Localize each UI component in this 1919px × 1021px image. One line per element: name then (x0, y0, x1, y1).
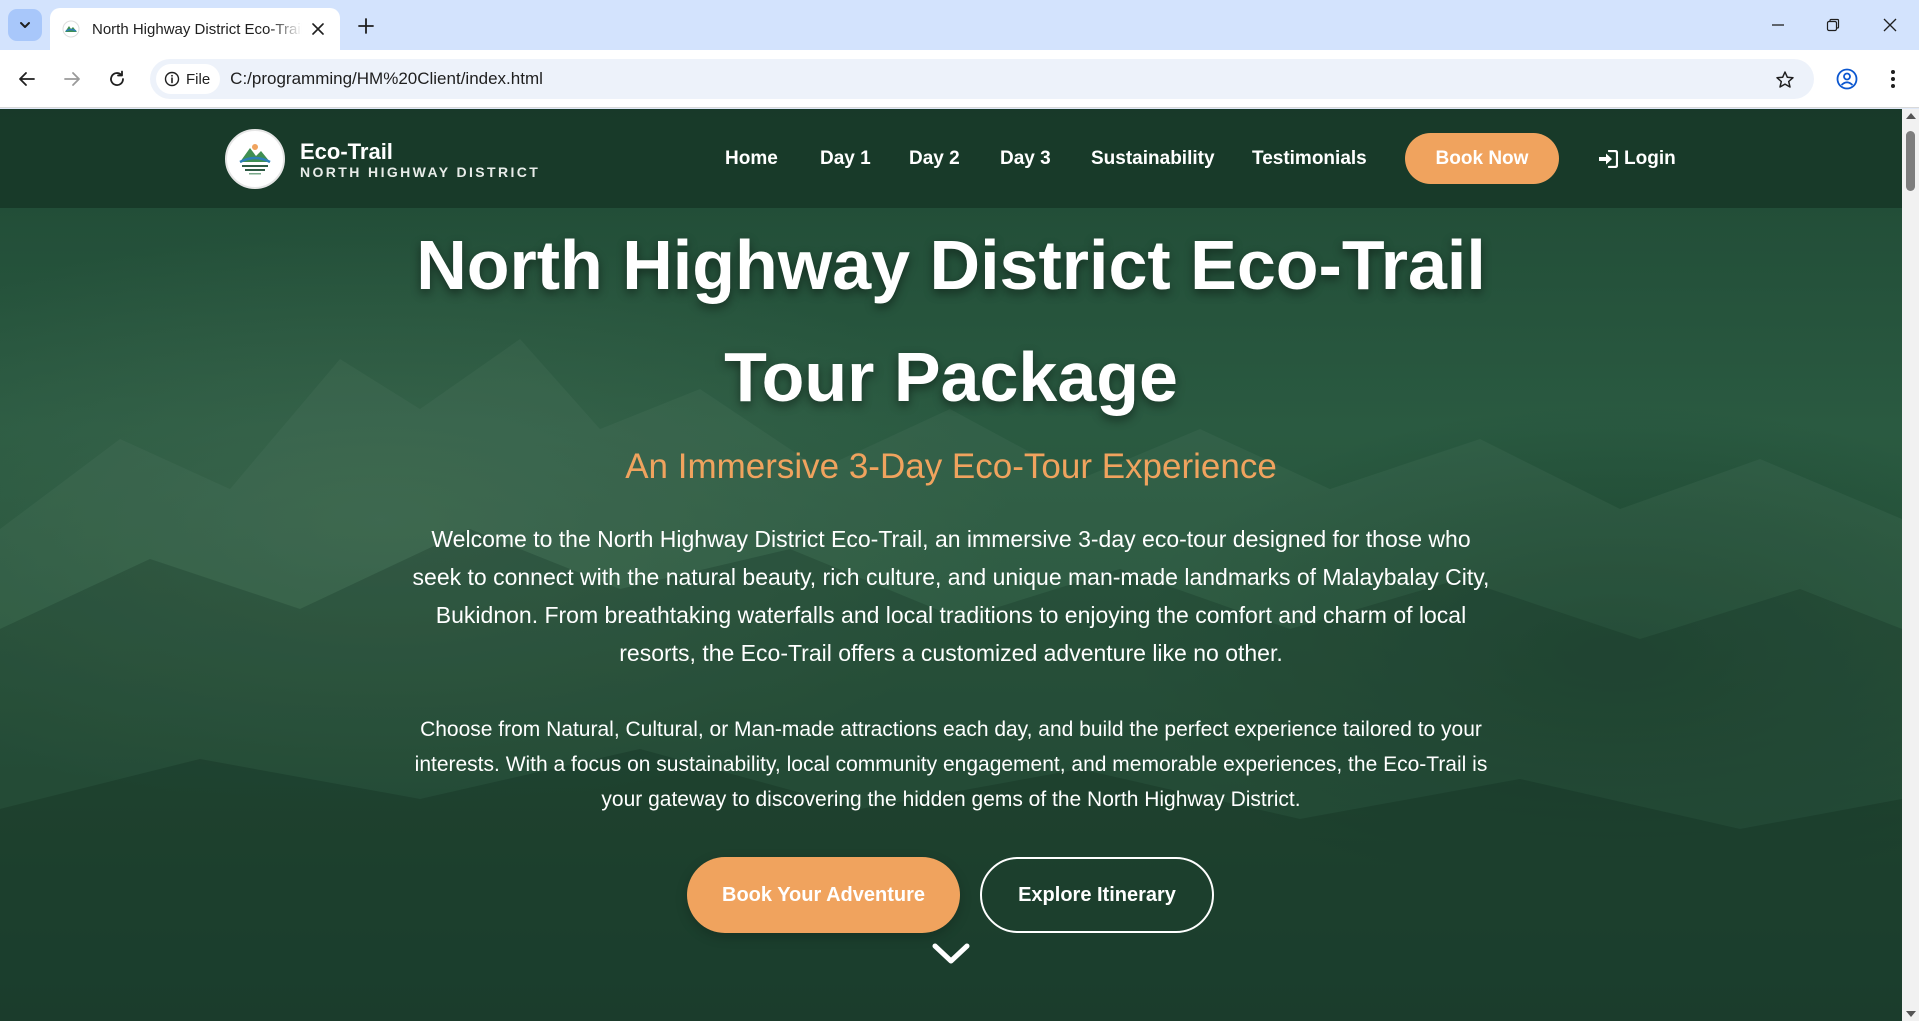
profile-button[interactable] (1832, 64, 1862, 94)
close-icon (1883, 18, 1897, 32)
scroll-down-arrow-icon[interactable] (1906, 1011, 1916, 1017)
login-label: Login (1624, 148, 1676, 169)
hero-details-paragraph: Choose from Natural, Cultural, or Man-ma… (414, 718, 1488, 811)
page-viewport: Eco-Trail NORTH HIGHWAY DISTRICT Home Da… (0, 109, 1919, 1021)
new-tab-button[interactable] (352, 12, 380, 40)
scrollbar-thumb[interactable] (1906, 131, 1915, 191)
browser-menu-button[interactable] (1878, 64, 1908, 94)
site-header: Eco-Trail NORTH HIGHWAY DISTRICT Home Da… (0, 109, 1902, 208)
brand-subtitle: NORTH HIGHWAY DISTRICT (300, 164, 541, 180)
account-icon (1836, 68, 1858, 90)
nav-sustainability[interactable]: Sustainability (1091, 148, 1215, 170)
scroll-up-arrow-icon[interactable] (1906, 113, 1916, 119)
plus-icon (358, 18, 374, 34)
star-icon (1776, 71, 1794, 88)
minimize-window-button[interactable] (1764, 12, 1792, 38)
explore-itinerary-button[interactable]: Explore Itinerary (980, 857, 1214, 933)
nav-day-1[interactable]: Day 1 (820, 148, 871, 170)
arrow-right-icon (64, 72, 80, 86)
browser-tab-strip: North Highway District Eco-Trail (0, 0, 1919, 50)
restore-window-button[interactable] (1819, 12, 1847, 38)
nav-home[interactable]: Home (725, 148, 778, 170)
browser-toolbar: File C:/programming/HM%20Client/index.ht… (0, 50, 1919, 108)
page-scrollbar[interactable] (1902, 109, 1919, 1021)
site-favicon-icon (62, 20, 80, 38)
site-info-chip[interactable]: File (156, 64, 221, 94)
minimize-icon (1772, 24, 1784, 26)
nav-day-2[interactable]: Day 2 (909, 148, 960, 170)
more-vertical-icon (1891, 70, 1895, 88)
url-text[interactable]: C:/programming/HM%20Client/index.html (230, 69, 543, 89)
hero-title: North Highway District Eco-Trail Tour Pa… (351, 209, 1551, 433)
close-tab-icon[interactable] (308, 19, 328, 39)
reload-button[interactable] (102, 64, 132, 94)
scroll-down-chevron-icon[interactable] (930, 939, 972, 969)
hero-subtitle: An Immersive 3-Day Eco-Tour Experience (625, 447, 1277, 486)
site-chip-label: File (186, 70, 211, 88)
restore-icon (1826, 18, 1840, 32)
nav-testimonials[interactable]: Testimonials (1252, 148, 1367, 170)
hero-title-line-1: North Highway District Eco-Trail (416, 226, 1486, 304)
close-window-button[interactable] (1876, 12, 1904, 38)
tab-search-button[interactable] (8, 9, 42, 41)
arrow-left-icon (19, 72, 35, 86)
chevron-down-icon (20, 22, 30, 28)
hero-intro-paragraph: Welcome to the North Highway District Ec… (412, 526, 1490, 666)
back-button[interactable] (12, 64, 42, 94)
site-logo[interactable] (225, 129, 285, 189)
reload-icon (110, 70, 124, 86)
bookmark-button[interactable] (1772, 67, 1798, 93)
book-now-button[interactable]: Book Now (1405, 133, 1559, 184)
tab-title: North Highway District Eco-Trail (92, 20, 302, 38)
info-icon (164, 71, 180, 87)
nav-day-3[interactable]: Day 3 (1000, 148, 1051, 170)
browser-tab-active[interactable]: North Highway District Eco-Trail (50, 8, 340, 50)
mountain-logo-icon (239, 144, 271, 175)
address-bar[interactable]: File C:/programming/HM%20Client/index.ht… (150, 59, 1814, 99)
sign-in-icon (1599, 150, 1618, 168)
hero-title-line-2: Tour Package (724, 338, 1178, 416)
forward-button[interactable] (57, 64, 87, 94)
book-adventure-button[interactable]: Book Your Adventure (687, 857, 960, 933)
login-link[interactable]: Login (1598, 148, 1676, 170)
hero-section: Eco-Trail NORTH HIGHWAY DISTRICT Home Da… (0, 109, 1902, 1021)
brand-title[interactable]: Eco-Trail (300, 139, 393, 165)
